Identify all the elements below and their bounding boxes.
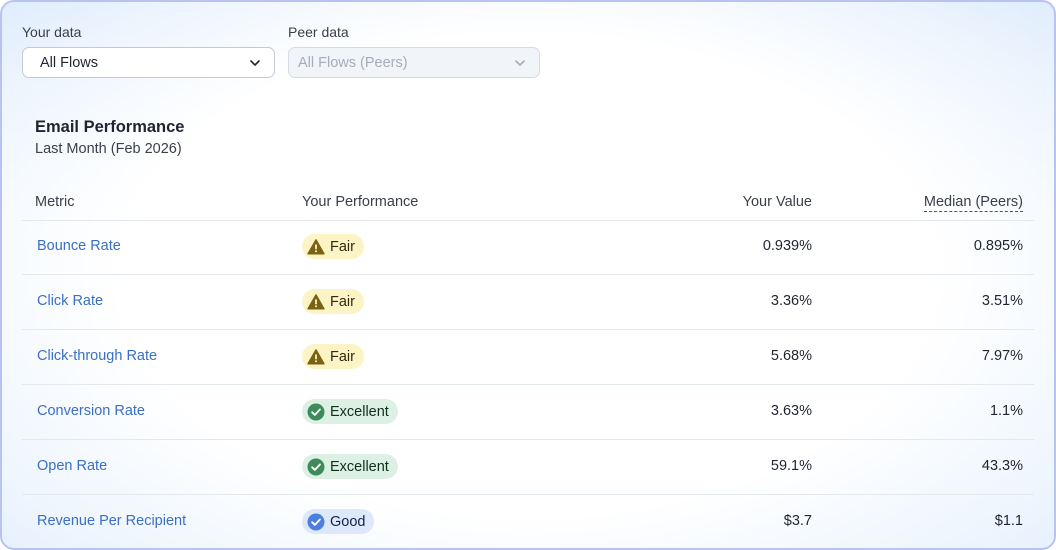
table-row: Conversion Rate Excellent 3.63% 1.1% <box>22 385 1034 440</box>
peer-data-select-value: All Flows (Peers) <box>298 54 408 71</box>
your-value-cell: 3.36% <box>770 293 812 309</box>
table-row: Revenue Per Recipient Good $3.7 $1.1 <box>22 495 1034 548</box>
median-value-cell: 7.97% <box>981 348 1023 364</box>
rating-label: Excellent <box>330 458 389 475</box>
warning-icon <box>307 348 325 364</box>
table-row: Open Rate Excellent 59.1% 43.3% <box>22 440 1034 495</box>
your-value-cell: 3.63% <box>770 403 812 419</box>
card-title: Email Performance <box>35 118 185 136</box>
rating-label: Fair <box>330 348 355 365</box>
your-value-cell: 59.1% <box>770 458 812 474</box>
median-value-cell: 0.895% <box>973 238 1023 254</box>
metric-link[interactable]: Open Rate <box>37 458 107 474</box>
check-circle-icon <box>307 458 325 475</box>
rating-badge: Fair <box>302 344 364 369</box>
check-circle-icon <box>307 403 325 420</box>
your-data-select[interactable]: All Flows <box>22 47 275 78</box>
chevron-down-icon <box>515 59 525 66</box>
table-header: Metric Your Performance Your Value Media… <box>22 188 1034 221</box>
metric-link[interactable]: Revenue Per Recipient <box>37 513 186 529</box>
median-value-cell: 1.1% <box>989 403 1023 419</box>
metric-link[interactable]: Bounce Rate <box>37 238 121 254</box>
header-metric: Metric <box>35 194 75 210</box>
median-value-cell: 43.3% <box>981 458 1023 474</box>
metric-link[interactable]: Conversion Rate <box>37 403 145 419</box>
your-value-cell: 5.68% <box>770 348 812 364</box>
your-data-label: Your data <box>22 24 82 40</box>
rating-label: Fair <box>330 293 355 310</box>
performance-panel: Your data All Flows Peer data All Flows … <box>0 0 1056 550</box>
table-row: Click Rate Fair 3.36% 3.51% <box>22 275 1034 330</box>
header-median-peers[interactable]: Median (Peers) <box>923 194 1023 212</box>
warning-icon <box>307 238 325 254</box>
median-value-cell: 3.51% <box>981 293 1023 309</box>
median-value-cell: $1.1 <box>994 513 1023 529</box>
metric-link[interactable]: Click-through Rate <box>37 348 157 364</box>
table-row: Click-through Rate Fair 5.68% 7.97% <box>22 330 1034 385</box>
rating-badge: Excellent <box>302 454 398 479</box>
rating-label: Excellent <box>330 403 389 420</box>
rating-badge: Good <box>302 509 375 534</box>
peer-data-select: All Flows (Peers) <box>288 47 540 78</box>
metric-link[interactable]: Click Rate <box>37 293 103 309</box>
header-your-value: Your Value <box>742 194 812 210</box>
chevron-down-icon <box>250 59 260 66</box>
your-data-select-value: All Flows <box>40 54 99 71</box>
rating-badge: Excellent <box>302 399 398 424</box>
card-subtitle: Last Month (Feb 2026) <box>35 141 182 157</box>
check-circle-icon <box>307 513 325 530</box>
peer-data-label: Peer data <box>288 24 349 40</box>
rating-badge: Fair <box>302 234 364 259</box>
rating-badge: Fair <box>302 289 364 314</box>
rating-label: Good <box>330 513 366 530</box>
warning-icon <box>307 293 325 309</box>
rating-label: Fair <box>330 238 355 255</box>
your-value-cell: $3.7 <box>783 513 812 529</box>
header-performance: Your Performance <box>302 194 419 210</box>
table-row: Bounce Rate Fair 0.939% 0.895% <box>22 220 1034 275</box>
your-value-cell: 0.939% <box>762 238 812 254</box>
